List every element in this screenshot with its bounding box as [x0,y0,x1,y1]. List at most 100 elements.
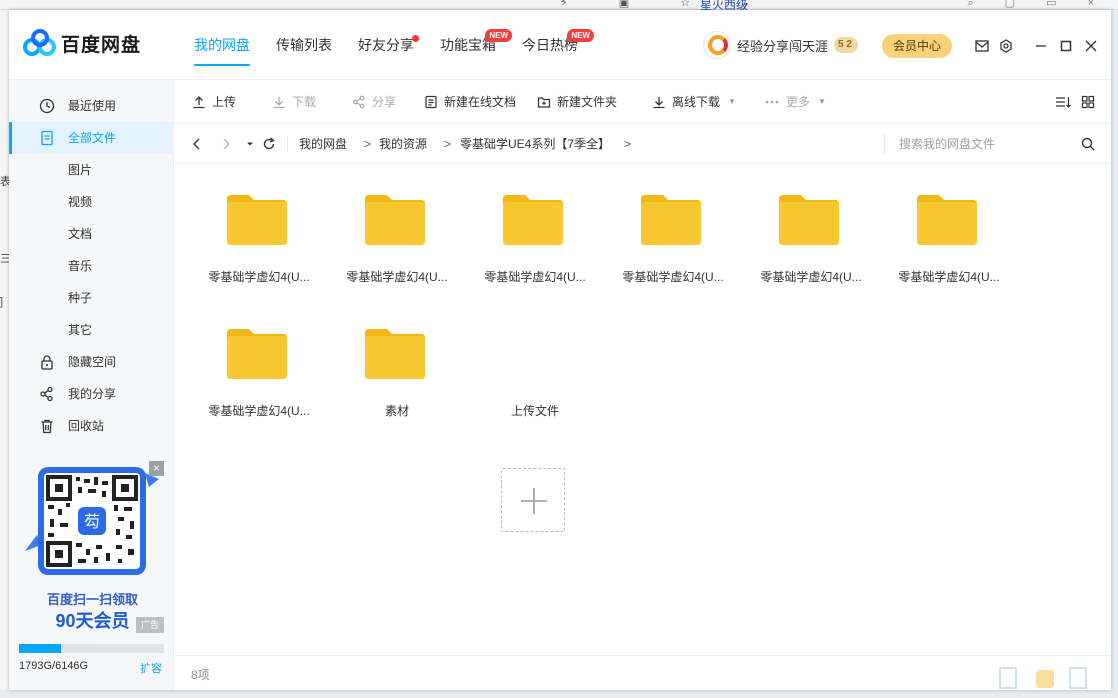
sidebar-item-torrents[interactable]: 种子 [9,282,174,314]
share-button[interactable]: 分享 [352,80,396,124]
background-taskbar-icons [999,667,1087,689]
sidebar-item-hidden-space[interactable]: 隐藏空间 [9,346,174,378]
baidu-netdisk-window: 百度网盘 我的网盘 传输列表 好友分享 功能宝箱 NEW 今日热榜 NEW 经验分享… [9,10,1111,690]
sort-button[interactable] [1055,80,1077,124]
folder-icon [227,195,287,245]
avatar[interactable] [703,31,731,59]
grid-view-icon [1081,95,1095,109]
sidebar-item-my-shares[interactable]: 我的分享 [9,378,174,410]
file-item[interactable]: 零基础学虚幻4(U... [195,299,323,418]
nav-toolbox[interactable]: 功能宝箱 NEW [427,10,512,80]
file-item[interactable]: 零基础学虚幻4(U... [885,165,1013,284]
nav-transfer-list[interactable]: 传输列表 [263,10,345,80]
sidebar-item-images[interactable]: 图片 [9,154,174,186]
document-icon [41,130,53,146]
upload-icon [193,96,205,109]
offline-download-button[interactable]: 离线下载 ▼ [652,80,736,124]
vip-promo-ad[interactable]: 芶 × 百度扫一扫领取 90天会员 广告 [21,461,164,633]
download-icon [273,97,285,109]
background-left-edge: 表 三 ] [0,10,11,690]
sidebar-item-videos[interactable]: 视频 [9,186,174,218]
grid-view-button[interactable] [1081,80,1101,124]
close-icon[interactable] [1082,37,1100,55]
background-window-icons: ⌕ ▢ ▭ × [967,0,1108,9]
history-dropdown-icon[interactable] [242,136,258,152]
sidebar-item-label: 最近使用 [68,99,117,113]
ad-title: 百度扫一扫领取 [46,592,138,607]
upload-button[interactable]: 上传 [192,80,236,124]
folder-icon [365,195,425,245]
forward-arrow-icon[interactable] [218,136,234,152]
path-bar: 我的网盘 > 我的资源 > 零基础学UE4系列【7季全】 > [175,124,1111,164]
file-name: 零基础学虚幻4(U... [346,270,448,284]
file-item[interactable]: 零基础学虚幻4(U... [195,165,323,284]
app-logo[interactable]: 百度网盘 [23,28,163,58]
download-button[interactable]: 下载 [272,80,316,124]
sidebar-item-label: 我的分享 [68,387,117,401]
new-folder-button[interactable]: 新建文件夹 [537,80,617,124]
search-input[interactable] [899,132,1079,156]
share-icon [40,386,53,402]
maximize-icon[interactable] [1057,37,1075,55]
settings-gear-icon[interactable] [997,37,1015,55]
sidebar-item-other[interactable]: 其它 [9,314,174,346]
breadcrumb-current-folder[interactable]: 零基础学UE4系列【7季全】 [460,124,610,164]
mail-icon[interactable] [973,37,991,55]
sidebar-item-all-files[interactable]: 全部文件 [9,122,174,154]
file-item[interactable]: 零基础学虚幻4(U... [747,165,875,284]
folder-icon [917,195,977,245]
file-item[interactable]: 零基础学虚幻4(U... [609,165,737,284]
breadcrumb-my-resources[interactable]: 我的资源 [379,124,427,164]
more-button[interactable]: 更多 ▼ [764,80,826,124]
file-name: 零基础学虚幻4(U... [898,270,1000,284]
background-browser-strip: ⚡ ▣ ☆ ⌄ 星火西级 ⌕ ▢ ▭ × [0,0,1118,12]
sidebar-item-recent[interactable]: 最近使用 [9,90,174,122]
qr-center-glyph: 芶 [84,512,100,531]
sidebar-item-music[interactable]: 音乐 [9,250,174,282]
trash-icon [41,419,53,434]
status-bar: 8项 [175,655,1111,690]
sidebar-item-recycle-bin[interactable]: 回收站 [9,410,174,442]
sidebar-item-label: 图片 [68,163,93,177]
expand-storage-link[interactable]: 扩容 [140,660,162,676]
storage-usage-text: 1793G/6146G [19,660,89,672]
minimize-icon[interactable] [1032,37,1050,55]
breadcrumb-separator: > [624,137,632,151]
upload-file-tile[interactable]: 上传文件 [471,165,599,532]
breadcrumb-my-netdisk[interactable]: 我的网盘 [299,124,347,164]
new-online-doc-button[interactable]: 新建在线文档 [424,80,516,124]
ad-close-icon[interactable]: × [149,461,164,476]
baidu-cloud-logo-icon [23,28,57,58]
background-left-text: ] [0,296,4,308]
divider [287,136,288,152]
sidebar-item-label: 全部文件 [68,131,117,145]
file-name: 零基础学虚幻4(U... [760,270,862,284]
divider [884,134,885,154]
sidebar-item-label: 音乐 [68,259,93,273]
nav-friend-share[interactable]: 好友分享 [345,10,427,80]
share-label: 分享 [372,95,397,109]
search-icon[interactable] [1080,136,1096,152]
nav-hot-list[interactable]: 今日热榜 NEW [509,10,594,80]
nav-label: 传输列表 [276,37,332,53]
nav-label: 好友分享 [358,37,414,53]
file-name: 素材 [384,404,409,418]
clock-icon [39,98,55,114]
ad-tag: 广告 [136,617,164,633]
upload-box[interactable] [501,468,565,532]
file-item[interactable]: 零基础学虚幻4(U... [333,165,461,284]
back-arrow-icon[interactable] [189,136,205,152]
nav-my-netdisk[interactable]: 我的网盘 [181,10,263,80]
chevron-down-icon: ▼ [818,97,826,106]
refresh-icon[interactable] [261,136,277,152]
vip-center-button[interactable]: 会员中心 [882,34,952,58]
more-label: 更多 [786,95,811,109]
sidebar: 最近使用 全部文件 图片 视频 文档 音乐 种子 其它 隐藏空间 我的分享 回收… [9,80,174,690]
sidebar-item-documents[interactable]: 文档 [9,218,174,250]
nav-label: 我的网盘 [194,37,250,53]
file-item[interactable]: 素材 [333,299,461,418]
folder-icon [365,329,425,379]
folder-icon [779,195,839,245]
user-info[interactable]: 经验分享闯天涯 5 2 [703,30,858,60]
app-name: 百度网盘 [61,34,142,56]
